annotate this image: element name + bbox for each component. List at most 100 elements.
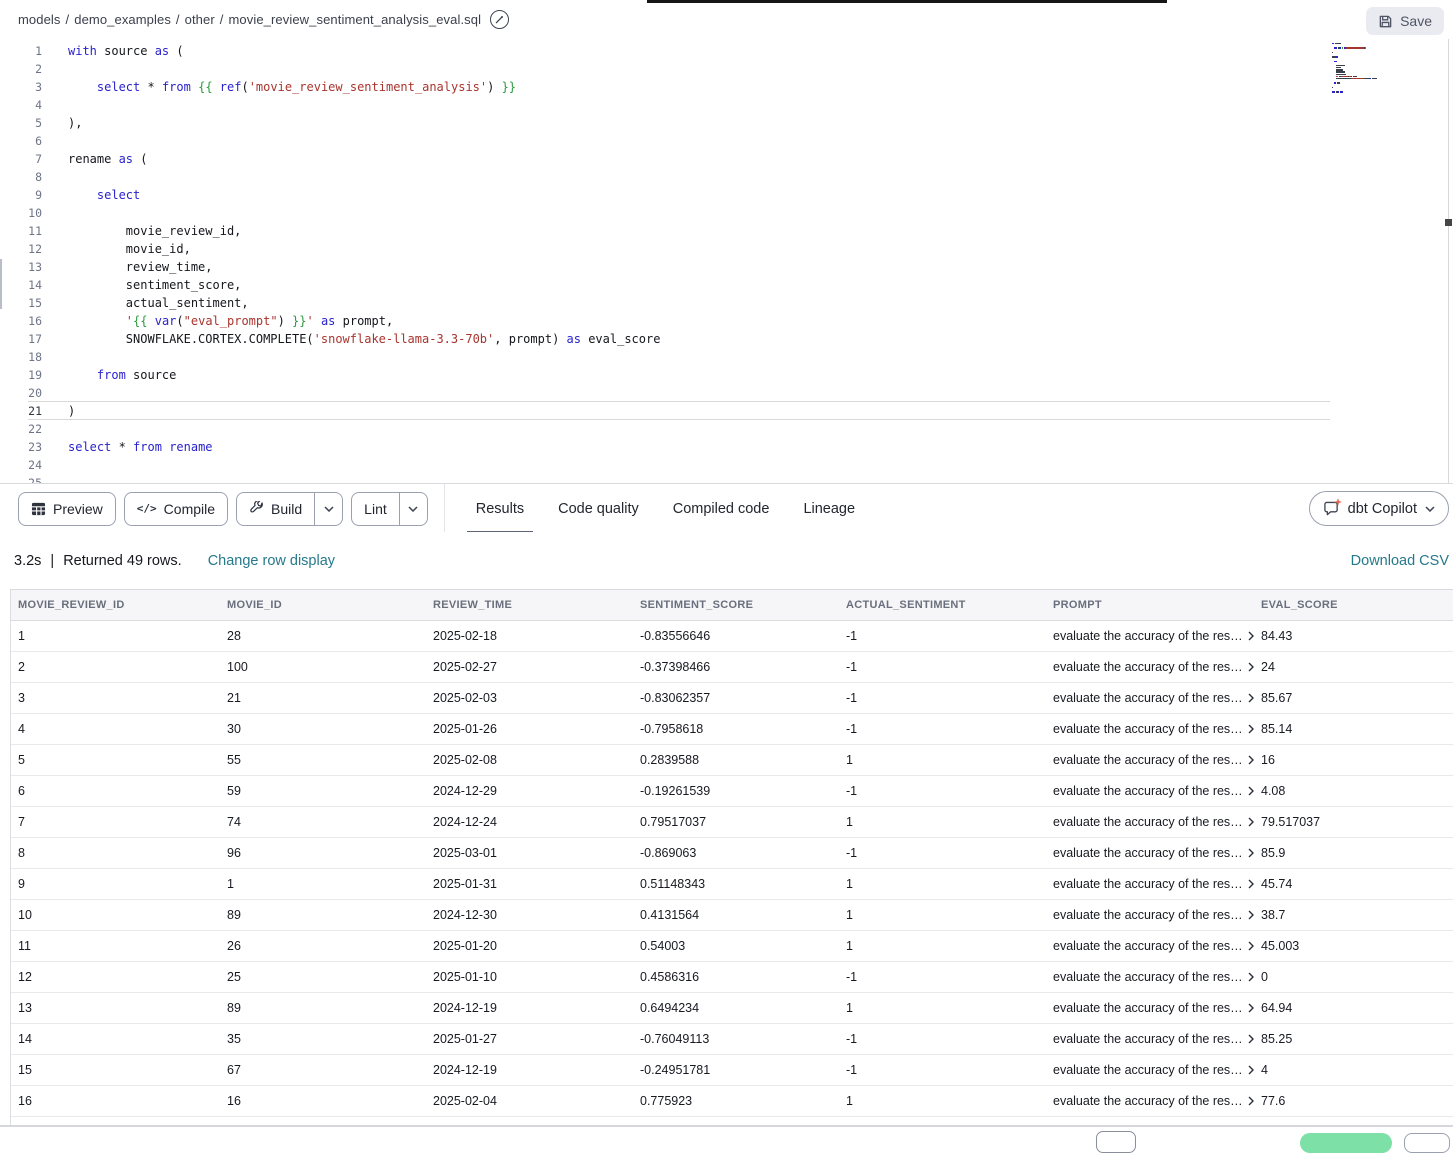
expand-prompt-chevron-icon[interactable] bbox=[1248, 817, 1254, 827]
save-button[interactable]: Save bbox=[1366, 7, 1444, 35]
scrollbar-thumb[interactable] bbox=[1445, 219, 1452, 226]
lint-dropdown-toggle[interactable] bbox=[399, 493, 427, 525]
format-file-icon[interactable] bbox=[490, 10, 509, 29]
code-line[interactable]: 16 '{{ var("eval_prompt") }}' as prompt, bbox=[0, 312, 1453, 330]
expand-prompt-chevron-icon[interactable] bbox=[1248, 693, 1254, 703]
table-cell: 45.74 bbox=[1254, 869, 1453, 899]
dbt-copilot-button[interactable]: dbt Copilot bbox=[1309, 491, 1449, 526]
table-cell: -0.37398466 bbox=[633, 652, 839, 682]
line-number: 21 bbox=[0, 402, 42, 420]
breadcrumb-item[interactable]: other bbox=[185, 12, 215, 27]
tab-results[interactable]: Results bbox=[459, 484, 541, 533]
line-number: 22 bbox=[0, 420, 42, 438]
tab-lineage[interactable]: Lineage bbox=[786, 484, 872, 533]
save-floppy-icon bbox=[1378, 14, 1393, 29]
code-line[interactable]: 8 bbox=[0, 168, 1453, 186]
code-line[interactable]: 24 bbox=[0, 456, 1453, 474]
code-line[interactable]: 7rename as ( bbox=[0, 150, 1453, 168]
line-number: 9 bbox=[0, 186, 42, 204]
tab-compiled-code[interactable]: Compiled code bbox=[656, 484, 787, 533]
cropped-button-2[interactable] bbox=[1404, 1133, 1450, 1153]
tab-code-quality[interactable]: Code quality bbox=[541, 484, 656, 533]
expand-prompt-chevron-icon[interactable] bbox=[1248, 848, 1254, 858]
expand-prompt-chevron-icon[interactable] bbox=[1248, 1034, 1254, 1044]
code-line[interactable]: 20 bbox=[0, 384, 1453, 402]
table-cell: 0 bbox=[1254, 962, 1453, 992]
build-button[interactable]: Build bbox=[236, 492, 343, 526]
table-cell: 64.94 bbox=[1254, 993, 1453, 1023]
table-cell: 0.79517037 bbox=[633, 807, 839, 837]
expand-prompt-chevron-icon[interactable] bbox=[1248, 910, 1254, 920]
cropped-green-button[interactable] bbox=[1300, 1133, 1392, 1153]
table-cell: 12 bbox=[11, 962, 220, 992]
code-line[interactable]: 23select * from rename bbox=[0, 438, 1453, 456]
prompt-cell: evaluate the accuracy of the res… bbox=[1046, 900, 1254, 930]
code-line[interactable]: 17 SNOWFLAKE.CORTEX.COMPLETE('snowflake-… bbox=[0, 330, 1453, 348]
breadcrumb-item[interactable]: models bbox=[18, 12, 61, 27]
build-dropdown-toggle[interactable] bbox=[314, 493, 342, 525]
table-cell: 1 bbox=[839, 869, 1046, 899]
table-cell: 74 bbox=[220, 807, 426, 837]
table-row: 10892024-12-300.41315641evaluate the acc… bbox=[11, 900, 1453, 931]
code-line[interactable]: 15 actual_sentiment, bbox=[0, 294, 1453, 312]
expand-prompt-chevron-icon[interactable] bbox=[1248, 941, 1254, 951]
expand-prompt-chevron-icon[interactable] bbox=[1248, 724, 1254, 734]
compile-button[interactable]: </>Compile bbox=[124, 492, 228, 526]
expand-prompt-chevron-icon[interactable] bbox=[1248, 972, 1254, 982]
chevron-down-icon bbox=[324, 506, 334, 512]
preview-button[interactable]: Preview bbox=[18, 492, 116, 526]
lint-button[interactable]: Lint bbox=[351, 492, 428, 526]
expand-prompt-chevron-icon[interactable] bbox=[1248, 662, 1254, 672]
breadcrumb-item[interactable]: demo_examples bbox=[74, 12, 171, 27]
code-line[interactable]: 21) bbox=[0, 402, 1453, 420]
code-line[interactable]: 18 bbox=[0, 348, 1453, 366]
code-line[interactable]: 9 select bbox=[0, 186, 1453, 204]
table-cell: 85.9 bbox=[1254, 838, 1453, 868]
download-csv-link[interactable]: Download CSV bbox=[1351, 553, 1449, 569]
cropped-button-1[interactable] bbox=[1096, 1131, 1136, 1153]
line-number: 12 bbox=[0, 240, 42, 258]
expand-prompt-chevron-icon[interactable] bbox=[1248, 879, 1254, 889]
table-row: 15672024-12-19-0.24951781-1evaluate the … bbox=[11, 1055, 1453, 1086]
code-line[interactable]: 5), bbox=[0, 114, 1453, 132]
code-line[interactable]: 19 from source bbox=[0, 366, 1453, 384]
expand-prompt-chevron-icon[interactable] bbox=[1248, 1065, 1254, 1075]
table-cell: 4 bbox=[1254, 1055, 1453, 1085]
table-cell: 2025-01-20 bbox=[426, 931, 633, 961]
change-row-display-link[interactable]: Change row display bbox=[208, 553, 335, 569]
code-line[interactable]: 3 select * from {{ ref('movie_review_sen… bbox=[0, 78, 1453, 96]
breadcrumb-item[interactable]: movie_review_sentiment_analysis_eval.sql bbox=[229, 12, 482, 27]
table-row: 4302025-01-26-0.7958618-1evaluate the ac… bbox=[11, 714, 1453, 745]
editor-scrollbar[interactable] bbox=[1448, 39, 1449, 483]
line-number: 4 bbox=[0, 96, 42, 114]
expand-prompt-chevron-icon[interactable] bbox=[1248, 631, 1254, 641]
editor-minimap[interactable] bbox=[1332, 43, 1432, 99]
code-line[interactable]: 14 sentiment_score, bbox=[0, 276, 1453, 294]
expand-prompt-chevron-icon[interactable] bbox=[1248, 755, 1254, 765]
line-number: 2 bbox=[0, 60, 42, 78]
table-cell: 55 bbox=[220, 745, 426, 775]
table-cell: 0.2839588 bbox=[633, 745, 839, 775]
code-line[interactable]: 22 bbox=[0, 420, 1453, 438]
code-line[interactable]: 4 bbox=[0, 96, 1453, 114]
code-line[interactable]: 12 movie_id, bbox=[0, 240, 1453, 258]
expand-prompt-chevron-icon[interactable] bbox=[1248, 786, 1254, 796]
prompt-preview-text: evaluate the accuracy of the res… bbox=[1053, 846, 1243, 860]
column-header-prompt: PROMPT bbox=[1046, 590, 1254, 620]
code-line[interactable]: 2 bbox=[0, 60, 1453, 78]
expand-prompt-chevron-icon[interactable] bbox=[1248, 1096, 1254, 1106]
code-line[interactable]: 11 movie_review_id, bbox=[0, 222, 1453, 240]
code-line[interactable]: 6 bbox=[0, 132, 1453, 150]
expand-prompt-chevron-icon[interactable] bbox=[1248, 1003, 1254, 1013]
table-header-row: MOVIE_REVIEW_IDMOVIE_IDREVIEW_TIMESENTIM… bbox=[11, 590, 1453, 621]
prompt-cell: evaluate the accuracy of the res… bbox=[1046, 1024, 1254, 1054]
code-line[interactable]: 13 review_time, bbox=[0, 258, 1453, 276]
table-cell: 9 bbox=[11, 869, 220, 899]
table-cell: 2024-12-30 bbox=[426, 900, 633, 930]
sql-code-editor[interactable]: 1with source as (23 select * from {{ ref… bbox=[0, 39, 1453, 484]
code-text: review_time, bbox=[42, 258, 213, 276]
code-line[interactable]: 1with source as ( bbox=[0, 42, 1453, 60]
code-line[interactable]: 10 bbox=[0, 204, 1453, 222]
window-edge-artifact bbox=[647, 0, 1167, 3]
column-header-movie_review_id: MOVIE_REVIEW_ID bbox=[11, 590, 220, 620]
